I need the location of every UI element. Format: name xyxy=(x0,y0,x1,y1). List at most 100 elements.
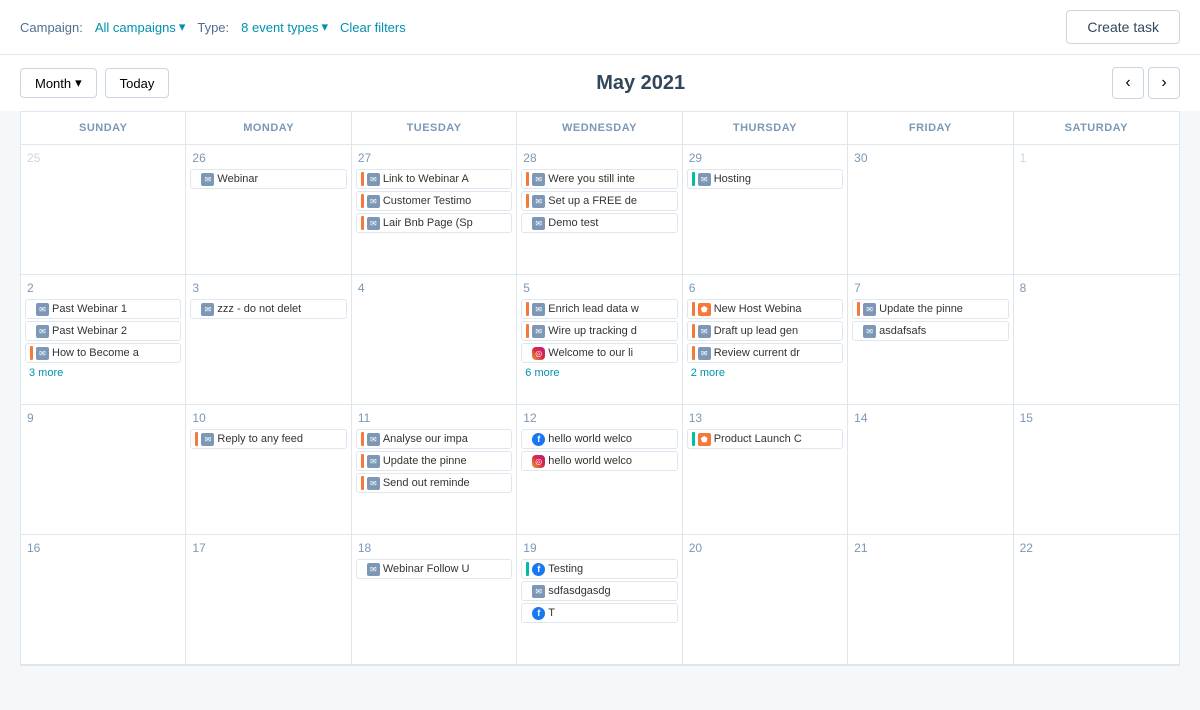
calendar-event[interactable]: ✉asdafsafs xyxy=(852,321,1008,341)
calendar-event[interactable]: ⬟Product Launch C xyxy=(687,429,843,449)
day-cell[interactable]: 29✉Hosting xyxy=(683,145,848,275)
calendar-event[interactable]: ✉Reply to any feed xyxy=(190,429,346,449)
event-bar xyxy=(526,584,529,598)
day-cell[interactable]: 13⬟Product Launch C xyxy=(683,405,848,535)
email-icon: ✉ xyxy=(863,303,876,316)
event-title: zzz - do not delet xyxy=(217,303,341,315)
calendar-event[interactable]: fTesting xyxy=(521,559,677,579)
day-cell[interactable]: 14 xyxy=(848,405,1013,535)
calendar-event[interactable]: ✉Wire up tracking d xyxy=(521,321,677,341)
calendar-event[interactable]: ✉Demo test xyxy=(521,213,677,233)
day-cell[interactable]: 16 xyxy=(21,535,186,665)
calendar-event[interactable]: ✉Webinar Follow U xyxy=(356,559,512,579)
day-cell[interactable]: 22 xyxy=(1014,535,1179,665)
type-filter-btn[interactable]: 8 event types ▾ xyxy=(241,19,328,35)
day-cell[interactable]: 21 xyxy=(848,535,1013,665)
day-cell[interactable]: 20 xyxy=(683,535,848,665)
day-cell[interactable]: 18 ✉Webinar Follow U xyxy=(352,535,517,665)
event-bar xyxy=(30,324,33,338)
header-monday: MONDAY xyxy=(186,112,351,144)
email-icon: ✉ xyxy=(367,217,380,230)
email-icon: ✉ xyxy=(201,433,214,446)
day-cell[interactable]: 25 xyxy=(21,145,186,275)
day-cell[interactable]: 5✉Enrich lead data w✉Wire up tracking d◎… xyxy=(517,275,682,405)
more-events-link[interactable]: 3 more xyxy=(25,365,181,381)
day-cell[interactable]: 10✉Reply to any feed xyxy=(186,405,351,535)
day-cell[interactable]: 27✉Link to Webinar A✉Customer Testimo✉La… xyxy=(352,145,517,275)
calendar-event[interactable]: ✉sdfasdgasdg xyxy=(521,581,677,601)
event-title: Testing xyxy=(548,563,672,575)
calendar-event[interactable]: ✉Lair Bnb Page (Sp xyxy=(356,213,512,233)
day-cell[interactable]: 26 ✉Webinar xyxy=(186,145,351,275)
instagram-icon: ◎ xyxy=(532,347,545,360)
event-title: Hosting xyxy=(714,173,838,185)
calendar-event[interactable]: ◎hello world welco xyxy=(521,451,677,471)
day-cell[interactable]: 15 xyxy=(1014,405,1179,535)
day-number: 18 xyxy=(356,541,512,555)
day-cell[interactable]: 1 xyxy=(1014,145,1179,275)
email-icon: ✉ xyxy=(863,325,876,338)
calendar-event[interactable]: ✉Customer Testimo xyxy=(356,191,512,211)
event-bar xyxy=(361,172,364,186)
month-view-btn[interactable]: Month ▾ xyxy=(20,68,97,98)
day-cell[interactable]: 3✉zzz - do not delet xyxy=(186,275,351,405)
event-bar xyxy=(361,454,364,468)
calendar-event[interactable]: ✉How to Become a xyxy=(25,343,181,363)
calendar-event[interactable]: ✉Past Webinar 2 xyxy=(25,321,181,341)
day-number: 17 xyxy=(190,541,346,555)
email-icon: ✉ xyxy=(532,195,545,208)
day-number: 9 xyxy=(25,411,181,425)
calendar-event[interactable]: ✉Webinar xyxy=(190,169,346,189)
clear-filters-btn[interactable]: Clear filters xyxy=(340,20,406,35)
event-bar xyxy=(692,346,695,360)
event-title: Webinar Follow U xyxy=(383,563,507,575)
calendar-event[interactable]: ✉Update the pinne xyxy=(356,451,512,471)
calendar-event[interactable]: ✉Send out reminde xyxy=(356,473,512,493)
calendar-event[interactable]: ✉Review current dr xyxy=(687,343,843,363)
day-cell[interactable]: 4 xyxy=(352,275,517,405)
calendar-event[interactable]: fT xyxy=(521,603,677,623)
calendar-event[interactable]: ✉Link to Webinar A xyxy=(356,169,512,189)
day-cell[interactable]: 17 xyxy=(186,535,351,665)
more-events-link[interactable]: 6 more xyxy=(521,365,677,381)
day-cell[interactable]: 28✉Were you still inte✉Set up a FREE de✉… xyxy=(517,145,682,275)
prev-month-btn[interactable]: ‹ xyxy=(1112,67,1144,99)
calendar-event[interactable]: ✉Were you still inte xyxy=(521,169,677,189)
day-cell[interactable]: 9 xyxy=(21,405,186,535)
email-icon: ✉ xyxy=(367,477,380,490)
calendar-event[interactable]: ✉Past Webinar 1 xyxy=(25,299,181,319)
day-cell[interactable]: 6⬟New Host Webina✉Draft up lead gen✉Revi… xyxy=(683,275,848,405)
day-cell[interactable]: 11✉Analyse our impa✉Update the pinne✉Sen… xyxy=(352,405,517,535)
calendar-grid: SUNDAY MONDAY TUESDAY WEDNESDAY THURSDAY… xyxy=(20,111,1180,666)
calendar-event[interactable]: ⬟New Host Webina xyxy=(687,299,843,319)
event-title: Wire up tracking d xyxy=(548,325,672,337)
day-number: 12 xyxy=(521,411,677,425)
campaign-filter-btn[interactable]: All campaigns ▾ xyxy=(95,19,185,35)
email-icon: ✉ xyxy=(532,303,545,316)
event-bar xyxy=(361,216,364,230)
calendar-event[interactable]: ◎Welcome to our li xyxy=(521,343,677,363)
calendar-event[interactable]: ✉Enrich lead data w xyxy=(521,299,677,319)
today-btn[interactable]: Today xyxy=(105,68,170,98)
calendar-event[interactable]: ✉Hosting xyxy=(687,169,843,189)
calendar-event[interactable]: ✉zzz - do not delet xyxy=(190,299,346,319)
calendar-event[interactable]: ✉Analyse our impa xyxy=(356,429,512,449)
event-title: Past Webinar 1 xyxy=(52,303,176,315)
more-events-link[interactable]: 2 more xyxy=(687,365,843,381)
create-task-button[interactable]: Create task xyxy=(1066,10,1180,44)
day-cell[interactable]: 12 fhello world welco◎hello world welco xyxy=(517,405,682,535)
day-cell[interactable]: 7✉Update the pinne✉asdafsafs xyxy=(848,275,1013,405)
calendar-event[interactable]: ✉Update the pinne xyxy=(852,299,1008,319)
day-number: 26 xyxy=(190,151,346,165)
day-cell[interactable]: 19fTesting✉sdfasdgasdgfT xyxy=(517,535,682,665)
next-month-btn[interactable]: › xyxy=(1148,67,1180,99)
email-icon: ✉ xyxy=(532,325,545,338)
day-cell[interactable]: 8 xyxy=(1014,275,1179,405)
hubspot-icon: ⬟ xyxy=(698,303,711,316)
calendar-event[interactable]: ✉Set up a FREE de xyxy=(521,191,677,211)
calendar-event[interactable]: fhello world welco xyxy=(521,429,677,449)
day-cell[interactable]: 2✉Past Webinar 1✉Past Webinar 2✉How to B… xyxy=(21,275,186,405)
event-bar xyxy=(30,302,33,316)
calendar-event[interactable]: ✉Draft up lead gen xyxy=(687,321,843,341)
day-cell[interactable]: 30 xyxy=(848,145,1013,275)
